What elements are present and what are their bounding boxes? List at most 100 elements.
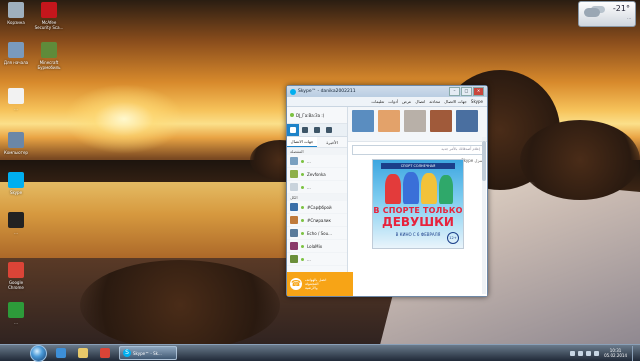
taskbar-pinned-item[interactable] [94,346,116,360]
mood-message-input[interactable]: إعلام أصدقائك بالأمر جديد [352,145,483,155]
weather-gadget[interactable]: -21° ... [578,1,636,27]
desktop-icon[interactable]: ... [2,88,30,111]
favorite-avatar-2[interactable] [378,110,400,132]
desktop-icon[interactable]: Для начала [2,42,30,65]
contact-avatar [290,216,298,224]
advertisement-banner[interactable]: СПОРТ СОЛНЕЧНАЯ В СПОРТЕ ТОЛЬКО ДЕВУШКИ … [372,159,464,249]
contact-avatar [290,229,298,237]
favorite-avatar-4[interactable] [430,110,452,132]
volume-icon[interactable] [586,350,592,356]
desktop-icon[interactable]: McAfee Security Sca... [34,2,64,30]
system-tray: 10:31 05.02.2014 [570,345,638,361]
menu-contacts[interactable]: جهات الاتصال [444,99,467,104]
add-contact-tab[interactable] [323,124,335,136]
explorer-icon [78,348,88,358]
contact-avatar [290,203,298,211]
contact-row[interactable]: Echo / Sou... [287,227,347,240]
presence-icon [301,231,304,235]
contact-row[interactable]: ... [287,155,347,168]
people-icon [302,127,308,133]
taskbar-skype-button[interactable]: S Skype™ - Sk... [119,346,177,360]
desktop-icon[interactable]: ... [2,212,30,235]
recycle-bin-icon [8,2,24,18]
skier-figure [385,174,401,204]
taskbar-pinned-item[interactable] [50,346,72,360]
contacts-subtabs: جهات الاتصال الأخيرة [287,137,347,148]
skype-title-bar[interactable]: Skype™ - danika2002211 – □ ✕ [287,86,487,97]
home-pane: إعلام أصدقائك بالأمر جديد Skype منزل СПО… [348,107,487,296]
desktop-icon[interactable]: ... [2,302,30,325]
menu-skype[interactable]: Skype [471,99,483,104]
menu-conversation[interactable]: محادثة [429,99,440,104]
contacts-tab[interactable] [299,124,311,136]
contact-row[interactable]: ... [287,253,347,266]
menu-view[interactable]: عرض [402,99,411,104]
contact-row[interactable]: #Сарфброй [287,201,347,214]
sun-glow [64,84,184,154]
phone-grid-icon [314,127,320,133]
show-desktop-button[interactable] [632,345,638,361]
call-tab[interactable] [311,124,323,136]
language-icon[interactable] [594,350,600,356]
desktop-icon[interactable]: Компьютер [2,132,30,155]
scroll-thumb[interactable] [482,141,486,181]
skype-desktop-icon [8,172,24,188]
contact-row[interactable]: LolaMix [287,240,347,253]
contact-row[interactable]: ... [287,181,347,194]
contact-name: ... [307,158,311,164]
menu-help[interactable]: تعليمات [371,99,384,104]
contact-name: Echo / Sou... [307,230,332,236]
close-button[interactable]: ✕ [473,87,484,96]
desktop-icon[interactable]: Google Chrome [2,262,30,290]
online-status-icon[interactable] [290,113,294,117]
contact-name: ... [307,184,311,190]
contact-avatar [290,183,298,191]
contact-name: Zevfonka [307,171,326,177]
skier-figure [421,173,437,204]
skier-figure [439,175,453,204]
home-icon [290,127,296,133]
desktop-icon[interactable]: Skype [2,172,30,195]
feed-scrollbar[interactable] [482,137,486,294]
desktop-icon[interactable]: Minecraft Бурмобиль [34,42,64,70]
bush [80,260,280,344]
menu-call[interactable]: اتصال [415,99,425,104]
maximize-button[interactable]: □ [461,87,472,96]
home-tab[interactable] [287,124,299,136]
minimize-button[interactable]: – [449,87,460,96]
taskbar: S Skype™ - Sk... 10:31 05.02.2014 [0,344,640,362]
phone-icon: ☎ [290,278,302,290]
profile-bar[interactable]: DJ_Га:Ва:За :) [287,107,347,124]
desktop-icon-label: Google Chrome [8,280,24,290]
contact-name: LolaMix [307,243,323,249]
favorite-avatar-1[interactable] [352,110,374,132]
desktop-icon[interactable]: Корзина [2,2,30,25]
favorite-avatar-5[interactable] [456,110,478,132]
start-button[interactable] [30,345,47,362]
contact-row[interactable]: Zevfonka [287,168,347,181]
tray-arrow-icon[interactable] [570,350,576,356]
dlya-nachala-icon [8,42,24,58]
network-icon[interactable] [578,350,584,356]
skier-figure [403,172,419,204]
chrome-desktop-icon [8,262,24,278]
taskbar-pinned-item[interactable] [72,346,94,360]
skype-logo-icon [290,88,296,95]
call-phones-promo[interactable]: ☎ اتصل بالهواتف المحمولة والأرضية [287,272,353,296]
ad-title: ДЕВУШКИ [382,215,454,229]
contact-row[interactable]: #Спиралик [287,214,347,227]
gadget-location: ... [627,15,631,20]
skype-window[interactable]: Skype™ - danika2002211 – □ ✕ Skype جهات … [286,85,488,297]
clock[interactable]: 10:31 05.02.2014 [604,348,627,358]
clock-date: 05.02.2014 [604,353,627,358]
favorite-avatars [348,107,487,142]
favorite-avatar-3[interactable] [404,110,426,132]
tab-contacts[interactable]: جهات الاتصال [287,137,317,147]
new-doc-icon [8,88,24,104]
contact-avatar [290,157,298,165]
presence-icon [301,159,304,163]
contact-name: ... [307,256,311,262]
menu-tools[interactable]: أدوات [388,99,398,104]
tab-recent[interactable]: الأخيرة [317,137,347,147]
ie-icon [56,348,66,358]
